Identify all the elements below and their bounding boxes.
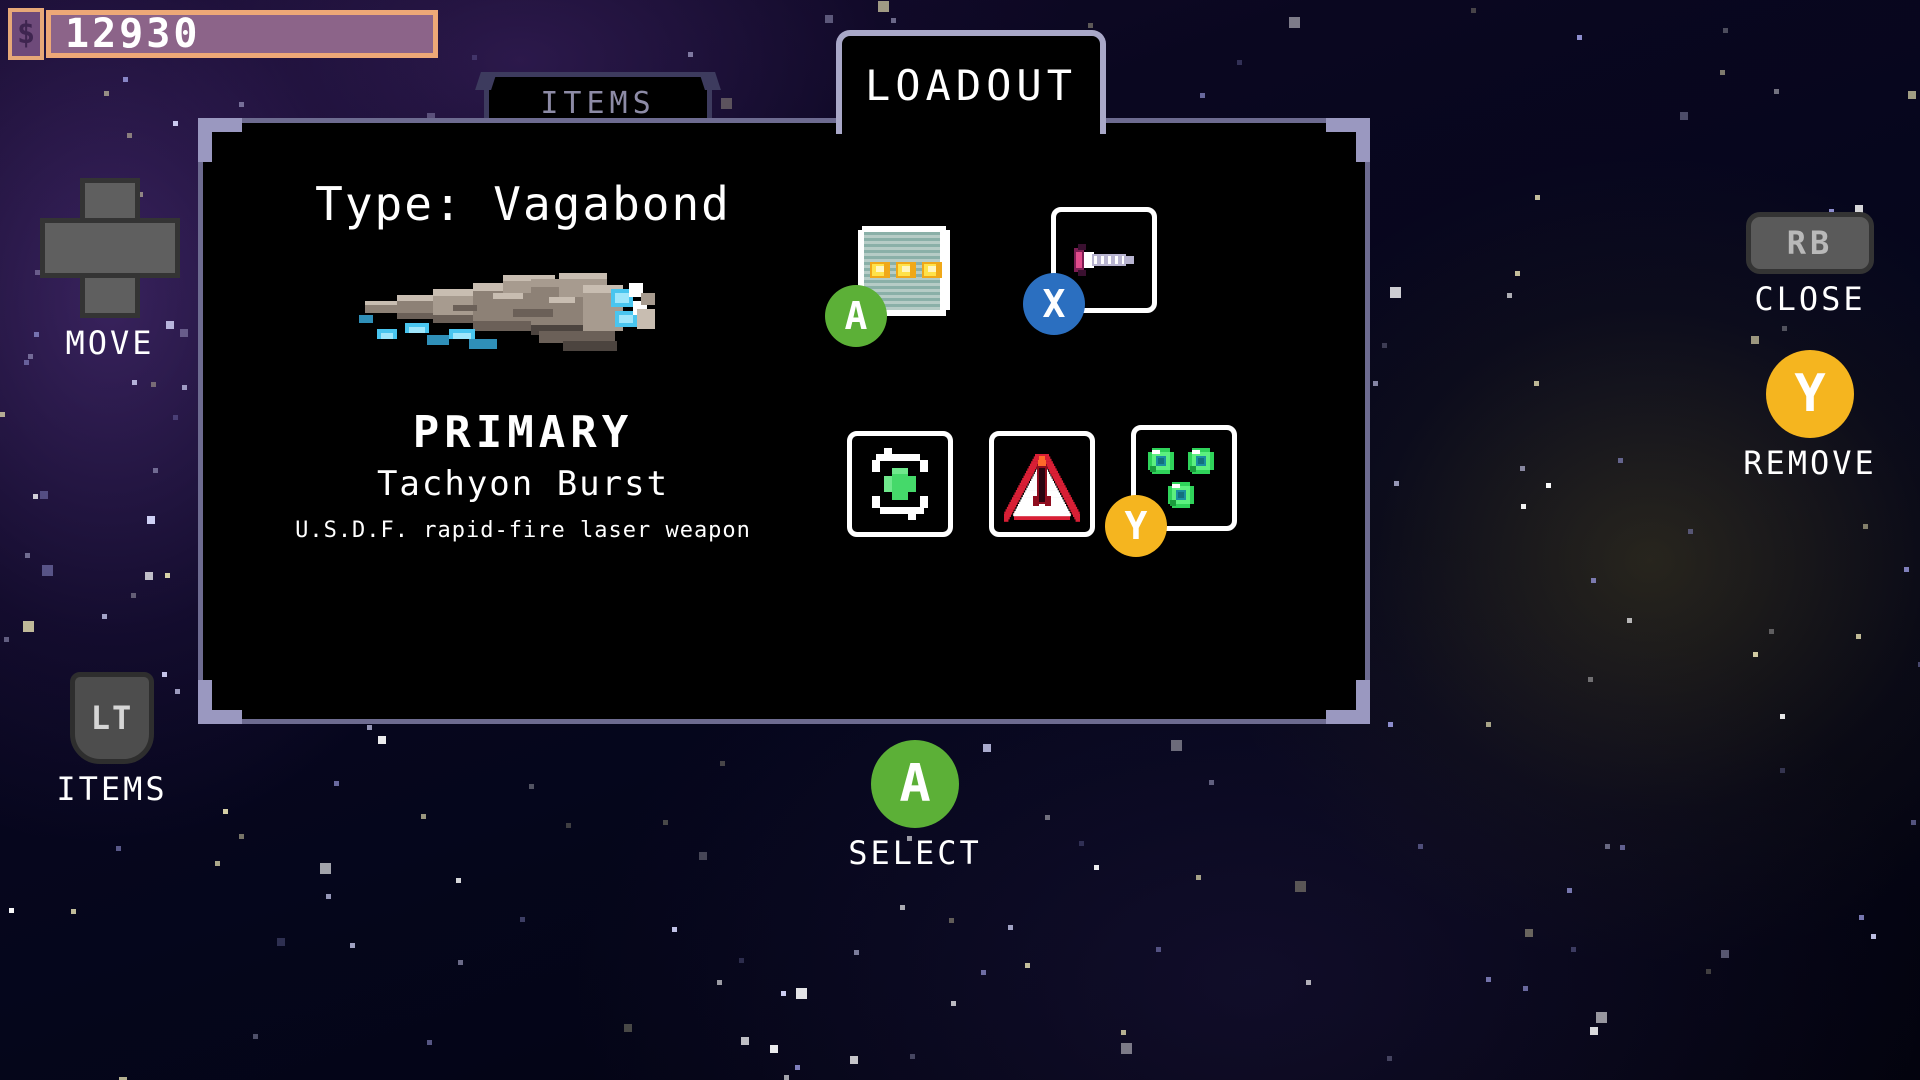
ship-info: Type: Vagabond PRIMARY Tachyon Burst U.S… [203,177,843,543]
a-glyph: A [899,754,931,814]
slot-4-frame [989,431,1095,537]
equipment-slot-5[interactable]: Y [1105,425,1237,557]
panel-corner-bottom-right [1326,680,1370,724]
coin-icon: $ [8,8,44,60]
primary-weapon-description: U.S.D.F. rapid-fire laser weapon [295,518,751,543]
control-close[interactable]: RB CLOSE [1700,212,1920,318]
control-move[interactable]: MOVE [20,178,200,362]
y-glyph: Y [1794,364,1826,424]
control-close-label: CLOSE [1754,280,1866,318]
tab-items-label: ITEMS [540,86,656,121]
equipment-slot-4[interactable] [989,431,1095,537]
panel-corner-bottom-left [198,680,242,724]
slot-3-frame [847,431,953,537]
control-remove[interactable]: Y REMOVE [1700,350,1920,482]
loadout-panel: Type: Vagabond PRIMARY Tachyon Burst U.S… [198,118,1370,724]
tab-loadout-label: LOADOUT [864,60,1077,110]
panel-corner-top-left [198,118,242,162]
equipment-slot-2[interactable]: X [1023,207,1157,335]
slot-5-button-badge[interactable]: Y [1105,495,1167,557]
y-button-icon: Y [1766,350,1854,438]
slot-5-badge-glyph: Y [1124,504,1148,548]
currency-symbol: $ [16,16,36,51]
control-items-label: ITEMS [56,770,168,808]
ship-type-label: Type: Vagabond [315,177,731,231]
equipment-slot-1[interactable]: A [825,219,957,347]
slot-1-badge-glyph: A [844,294,868,338]
currency-bar: 12930 [46,10,438,58]
equipment-slot-grid: A X Y [825,207,1363,639]
control-remove-label: REMOVE [1743,444,1877,482]
dpad-icon [40,178,180,318]
primary-weapon-name: Tachyon Burst [376,464,670,504]
slot-2-badge-glyph: X [1042,282,1066,326]
control-select[interactable]: A SELECT [830,740,1000,872]
tab-loadout[interactable]: LOADOUT [836,30,1106,134]
primary-slot-label: PRIMARY [412,407,634,458]
slot-1-button-badge[interactable]: A [825,285,887,347]
control-move-label: MOVE [65,324,155,362]
vagabond-ship-sprite [353,249,693,379]
a-button-icon: A [871,740,959,828]
control-items[interactable]: LT ITEMS [22,672,202,808]
rb-bumper-icon: RB [1746,212,1874,274]
slot-2-button-badge[interactable]: X [1023,273,1085,335]
panel-corner-top-right [1326,118,1370,162]
currency-value: 12930 [65,11,201,57]
currency-hud: $ 12930 [8,6,438,62]
control-select-label: SELECT [848,834,982,872]
rb-glyph: RB [1786,224,1834,262]
lt-glyph: LT [90,699,134,737]
lt-trigger-icon: LT [70,672,154,764]
equipment-slot-3[interactable] [847,431,953,537]
